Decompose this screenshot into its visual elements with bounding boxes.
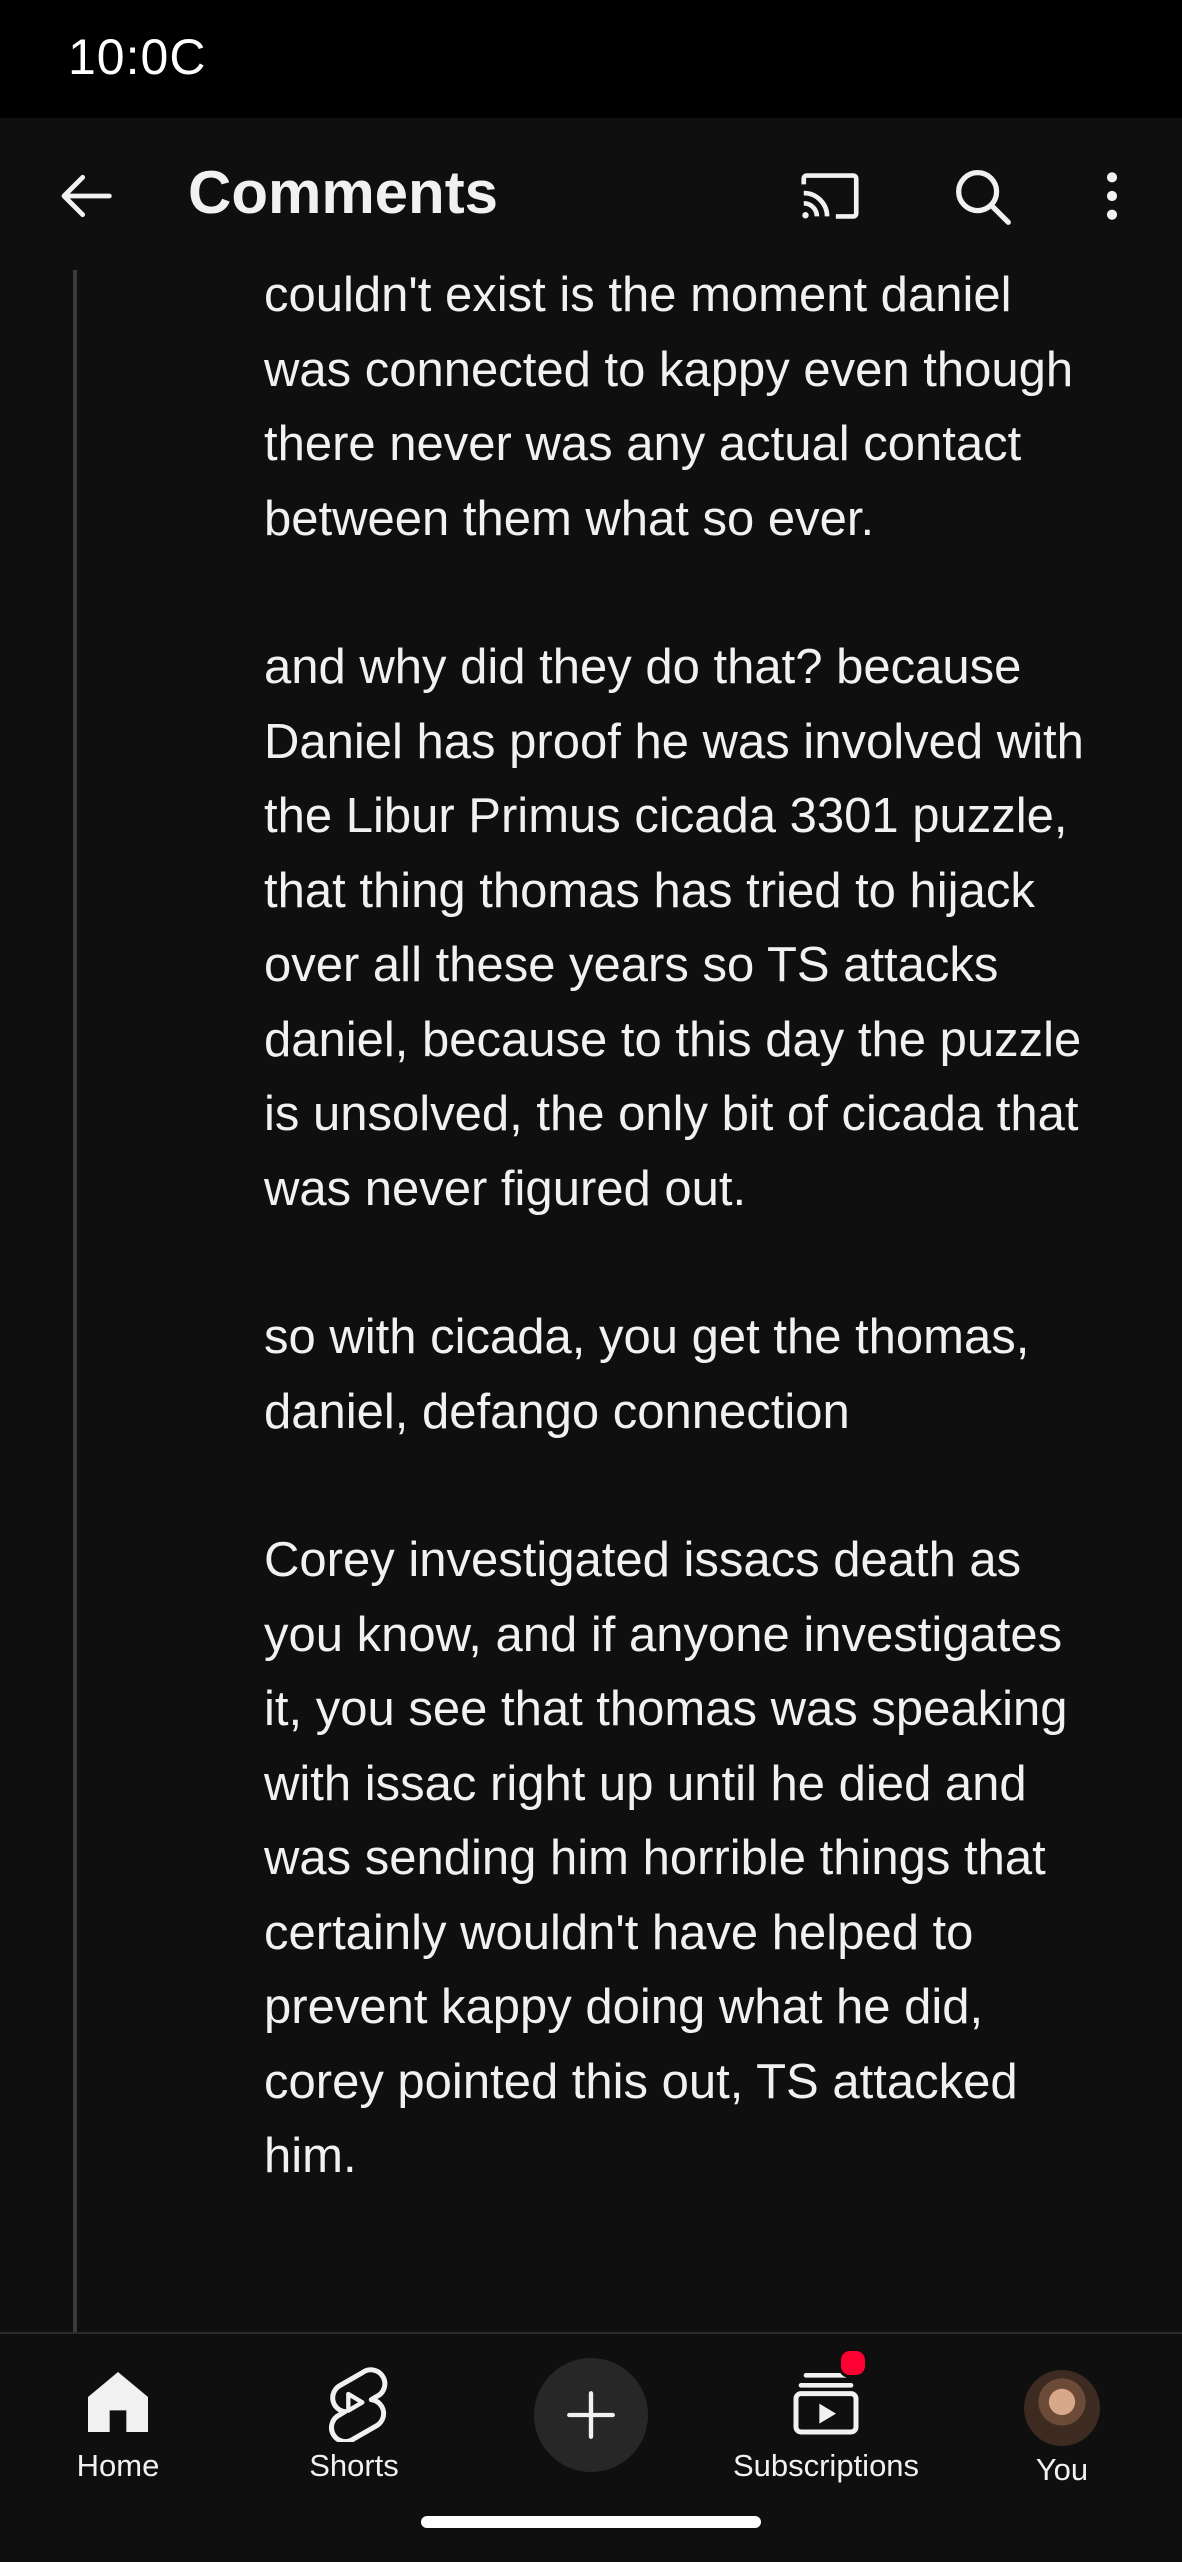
shorts-icon	[329, 2367, 388, 2442]
nav-shorts[interactable]: Shorts	[236, 2352, 472, 2502]
more-vertical-icon	[1106, 172, 1118, 220]
search-icon	[956, 170, 1011, 225]
nav-home[interactable]: Home	[0, 2352, 236, 2502]
redacted-area	[560, 10, 1160, 118]
app-header: Comments	[0, 118, 1182, 276]
nav-home-label: Home	[76, 2448, 160, 2483]
more-options-button[interactable]	[1070, 154, 1154, 238]
nav-subscriptions-label: Subscriptions	[732, 2448, 920, 2483]
status-time: 10:0C	[68, 29, 207, 85]
avatar	[1024, 2370, 1100, 2446]
notification-dot	[838, 2348, 868, 2378]
comment-paragraph: couldn't exist is the moment daniel was …	[264, 268, 1074, 546]
arrow-left-icon	[61, 174, 112, 218]
cast-icon	[801, 173, 859, 219]
plus-icon	[567, 2391, 615, 2439]
back-button[interactable]	[48, 156, 128, 236]
comment-paragraph: so with cicada, you get the thomas, dani…	[264, 1310, 1030, 1439]
comment-paragraph: and why did they do that? because Daniel…	[264, 640, 1084, 1216]
comment-text: couldn't exist is the moment daniel was …	[264, 258, 1094, 2332]
create-button[interactable]	[534, 2358, 648, 2472]
nav-you-label: You	[1035, 2452, 1089, 2487]
home-indicator[interactable]	[421, 2516, 761, 2528]
nav-subscriptions[interactable]: Subscriptions	[708, 2352, 944, 2502]
nav-you[interactable]: You	[944, 2352, 1180, 2502]
nav-shorts-label: Shorts	[309, 2448, 399, 2483]
cast-button[interactable]	[788, 154, 872, 238]
page-title: Comments	[188, 159, 499, 226]
search-button[interactable]	[940, 154, 1024, 238]
reply-thread-line	[73, 270, 77, 2332]
home-icon	[88, 2372, 148, 2432]
status-bar: 10:0C	[0, 0, 1182, 118]
comment-paragraph: Corey investigated issacs death as you k…	[264, 1533, 1068, 2183]
redacted-area	[210, 10, 590, 118]
